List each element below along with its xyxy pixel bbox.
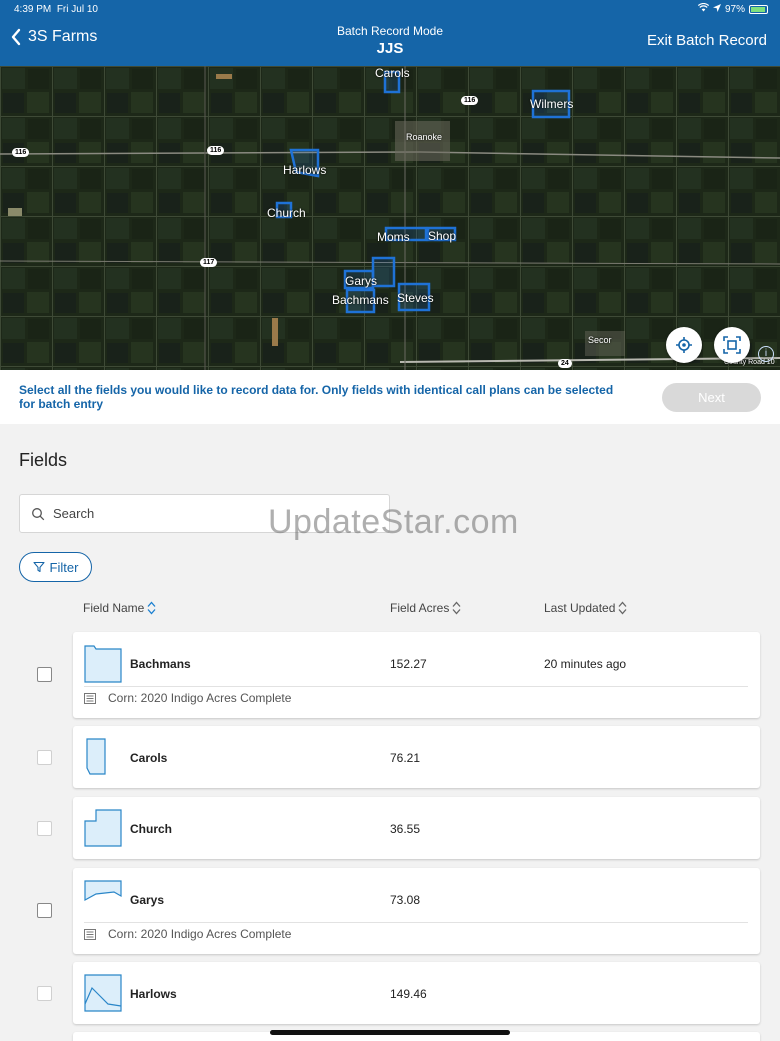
fields-heading: Fields <box>19 450 68 470</box>
row-checkbox[interactable] <box>37 750 52 765</box>
call-plan: Corn: 2020 Indigo Acres Complete <box>84 691 291 705</box>
document-icon <box>84 928 96 940</box>
field-row-church[interactable]: Church 36.55 <box>73 797 760 859</box>
field-shape-icon <box>84 809 122 847</box>
app-header: 4:39 PM Fri Jul 10 97% 3S Farms Batch Re… <box>0 0 780 66</box>
chevron-left-icon <box>11 28 21 46</box>
field-name: Carols <box>130 751 168 765</box>
funnel-icon <box>32 561 45 573</box>
field-name: Garys <box>130 893 165 907</box>
sort-icon <box>452 601 461 615</box>
map-label-moms[interactable]: Moms <box>377 230 410 244</box>
sort-icon <box>618 601 627 615</box>
field-acres: 152.27 <box>390 657 427 671</box>
status-time: 4:39 PM Fri Jul 10 <box>14 4 98 15</box>
search-icon <box>32 507 45 520</box>
map-town-roanoke: Roanoke <box>406 132 443 142</box>
instruction-bar: Select all the fields you would like to … <box>0 370 780 424</box>
field-acres: 73.08 <box>390 893 421 907</box>
search-box[interactable] <box>19 494 390 533</box>
document-icon <box>84 692 96 704</box>
field-row-bachmans[interactable]: Bachmans 152.27 20 minutes ago Corn: 202… <box>73 632 760 718</box>
crosshair-icon <box>676 337 692 353</box>
next-button[interactable]: Next <box>662 383 761 412</box>
field-shape-icon <box>84 880 122 902</box>
sort-icon <box>147 601 156 615</box>
field-name: Church <box>130 822 172 836</box>
row-divider <box>84 922 748 923</box>
row-divider <box>84 686 748 687</box>
satellite-map <box>0 66 780 370</box>
field-row-garys[interactable]: Garys 73.08 Corn: 2020 Indigo Acres Comp… <box>73 868 760 954</box>
filter-button[interactable]: Filter <box>19 552 92 582</box>
back-button[interactable]: 3S Farms <box>10 28 97 46</box>
column-header-last-updated[interactable]: Last Updated <box>544 601 627 615</box>
map-town-secor: Secor <box>588 335 612 345</box>
field-acres: 76.21 <box>390 751 421 765</box>
field-shape-icon <box>84 974 122 1012</box>
field-last-updated: 20 minutes ago <box>544 657 627 671</box>
map-label-shop[interactable]: Shop <box>428 229 456 243</box>
filter-label: Filter <box>49 559 79 575</box>
road-marker: 116 <box>12 148 30 157</box>
instruction-text: Select all the fields you would like to … <box>19 383 614 411</box>
exit-batch-record-button[interactable]: Exit Batch Record <box>647 32 767 49</box>
fit-extent-icon <box>723 336 741 354</box>
road-marker: 24 <box>558 359 572 368</box>
back-label: 3S Farms <box>28 28 98 45</box>
road-marker: 116 <box>207 146 225 155</box>
road-marker: 116 <box>461 96 479 105</box>
status-indicators: 97% <box>697 2 768 15</box>
field-acres: 149.46 <box>390 987 427 1001</box>
map-label-wilmers[interactable]: Wilmers <box>530 97 573 111</box>
row-checkbox[interactable] <box>37 821 52 836</box>
field-row-harlows[interactable]: Harlows 149.46 <box>73 962 760 1024</box>
battery-percent: 97% <box>724 3 745 15</box>
map-info-icon[interactable]: i <box>758 346 774 362</box>
search-input[interactable] <box>53 506 373 521</box>
home-indicator[interactable] <box>270 1030 510 1035</box>
field-name: Bachmans <box>130 657 191 671</box>
field-shape-icon <box>84 645 122 683</box>
map-label-carols[interactable]: Carols <box>375 66 410 80</box>
call-plan: Corn: 2020 Indigo Acres Complete <box>84 927 291 941</box>
column-header-field-acres[interactable]: Field Acres <box>390 601 461 615</box>
map-label-steves[interactable]: Steves <box>397 291 434 305</box>
zoom-to-fields-button[interactable] <box>714 327 750 363</box>
battery-icon <box>749 4 768 14</box>
field-shape-icon <box>86 738 106 775</box>
road-marker: 117 <box>200 258 218 267</box>
map-label-harlows[interactable]: Harlows <box>283 163 326 177</box>
column-header-field-name[interactable]: Field Name <box>83 601 156 615</box>
field-acres: 36.55 <box>390 822 421 836</box>
locate-me-button[interactable] <box>666 327 702 363</box>
wifi-icon <box>697 2 710 15</box>
row-checkbox[interactable] <box>37 903 52 918</box>
field-row-carols[interactable]: Carols 76.21 <box>73 726 760 788</box>
row-checkbox[interactable] <box>37 667 52 682</box>
row-checkbox[interactable] <box>37 986 52 1001</box>
field-map[interactable]: Carols Wilmers Harlows Church Moms Shop … <box>0 66 780 370</box>
map-label-garys[interactable]: Garys <box>345 274 377 288</box>
map-label-bachmans[interactable]: Bachmans <box>332 293 389 307</box>
map-label-church[interactable]: Church <box>267 206 306 220</box>
location-arrow-icon <box>712 3 721 15</box>
field-name: Harlows <box>130 987 177 1001</box>
